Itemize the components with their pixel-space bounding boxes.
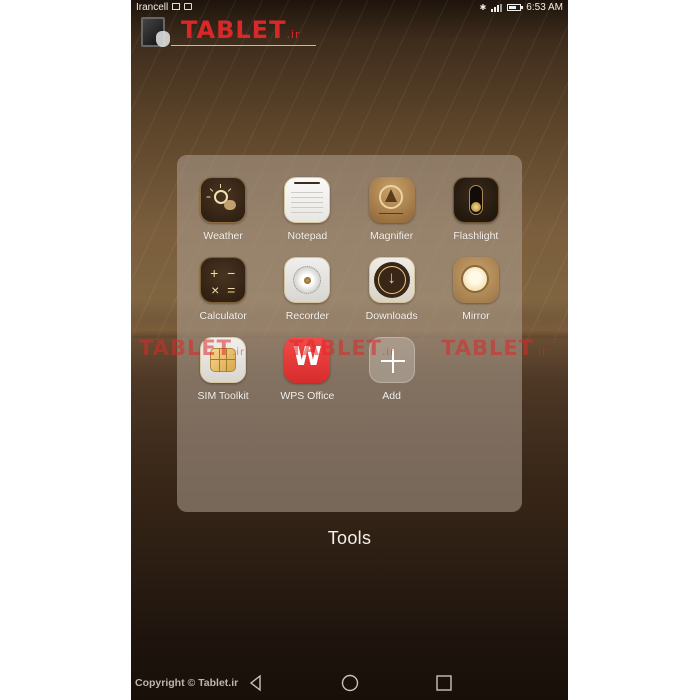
bluetooth-icon: ✱ [479, 3, 487, 12]
copyright-text: Copyright © Tablet.ir [135, 677, 239, 689]
clock: 6:53 AM [526, 2, 563, 13]
app-calculator[interactable]: + − × = Calculator [181, 257, 265, 327]
back-button[interactable] [246, 673, 266, 693]
app-label: Notepad [287, 230, 328, 242]
sim-card-icon [200, 337, 247, 383]
flashlight-icon [452, 177, 499, 223]
home-screen: Irancell ✱ 6:53 AM TABLET.ir Weather Not… [131, 0, 568, 700]
notepad-icon [284, 177, 331, 223]
app-label: Recorder [285, 310, 329, 322]
watermark-logo: TABLET.ir [141, 16, 321, 49]
plus-icon [368, 337, 415, 383]
app-sim-toolkit[interactable]: SIM Toolkit [181, 337, 265, 407]
app-weather[interactable]: Weather [181, 177, 265, 247]
app-magnifier[interactable]: Magnifier [350, 177, 434, 247]
status-bar: Irancell ✱ 6:53 AM [131, 0, 568, 15]
app-notepad[interactable]: Notepad [265, 177, 349, 247]
weather-icon [200, 177, 247, 223]
app-label: Downloads [365, 310, 418, 322]
magnifier-icon [368, 177, 415, 223]
app-downloads[interactable]: ↓ Downloads [350, 257, 434, 327]
carrier-name: Irancell [136, 2, 169, 13]
app-grid: Weather Notepad Magnifier Flashlight + −… [177, 177, 522, 407]
calculator-icon: + − × = [200, 257, 247, 303]
app-flashlight[interactable]: Flashlight [434, 177, 518, 247]
wps-office-icon: W [284, 337, 331, 383]
app-label: Calculator [199, 310, 247, 322]
navigation-bar: Copyright © Tablet.ir [131, 665, 568, 700]
status-right: ✱ 6:53 AM [480, 2, 563, 13]
recorder-icon [284, 257, 331, 303]
app-label: Mirror [462, 310, 490, 322]
downloads-icon: ↓ [368, 257, 415, 303]
app-label: Add [382, 390, 401, 402]
signal-icon [491, 3, 503, 12]
home-button[interactable] [340, 673, 360, 693]
recents-button[interactable] [434, 673, 454, 693]
app-label: Weather [203, 230, 243, 242]
app-label: SIM Toolkit [197, 390, 249, 402]
battery-icon [507, 4, 524, 11]
home-icon [341, 674, 359, 692]
app-recorder[interactable]: Recorder [265, 257, 349, 327]
hand-icon [156, 31, 170, 47]
app-label: Flashlight [453, 230, 499, 242]
keyboard-notification-icon [184, 3, 192, 10]
app-label: Magnifier [370, 230, 414, 242]
folder-name[interactable]: Tools [131, 528, 568, 549]
mirror-icon [452, 257, 499, 303]
logo-underline [171, 45, 316, 46]
image-notification-icon [172, 3, 180, 10]
app-wps-office[interactable]: W WPS Office [265, 337, 349, 407]
app-mirror[interactable]: Mirror [434, 257, 518, 327]
add-app-button[interactable]: Add [350, 337, 434, 407]
recents-icon [436, 675, 452, 691]
logo-text: TABLET.ir [181, 16, 301, 44]
folder-panel: Weather Notepad Magnifier Flashlight + −… [177, 155, 522, 512]
app-label: WPS Office [280, 390, 335, 402]
back-icon [249, 674, 261, 692]
